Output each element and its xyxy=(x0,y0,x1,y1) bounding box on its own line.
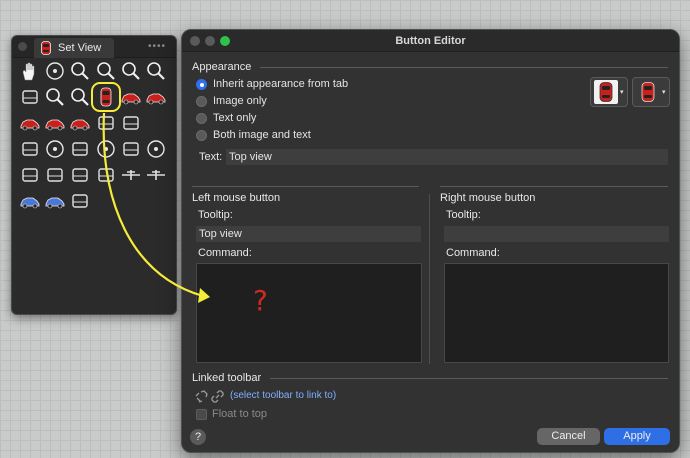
apply-button[interactable]: Apply xyxy=(604,428,670,445)
front-view-icon[interactable] xyxy=(119,85,143,109)
minimize-window-button[interactable] xyxy=(205,36,215,46)
question-mark-annotation: ? xyxy=(253,284,268,317)
radio-button[interactable] xyxy=(196,129,207,141)
zoom-selected-icon[interactable] xyxy=(119,59,143,83)
left-command-label: Command: xyxy=(198,247,252,259)
solar-panel-icon[interactable] xyxy=(18,163,42,187)
left-tooltip-field[interactable]: Top view xyxy=(196,226,421,242)
iso-view-icon[interactable] xyxy=(43,163,67,187)
camera-icon[interactable] xyxy=(119,111,143,135)
zoom-window-icon[interactable] xyxy=(94,59,118,83)
right-view-icon[interactable] xyxy=(43,111,67,135)
linked-toolbar-label: Linked toolbar xyxy=(192,372,262,384)
zoom-1to1-icon[interactable] xyxy=(68,85,92,109)
button-text-field[interactable]: Top view xyxy=(226,149,668,165)
button-editor-window: Button Editor Appearance Inherit appeara… xyxy=(181,29,680,453)
right-divider xyxy=(440,186,668,187)
palette-tab-label: Set View xyxy=(58,42,102,54)
unlink-icon[interactable] xyxy=(195,390,208,406)
top-view-car-icon xyxy=(636,80,660,104)
car-side-icon[interactable] xyxy=(18,189,42,213)
window-title: Button Editor xyxy=(395,35,466,47)
top-view-car-icon xyxy=(41,41,51,55)
left-command-textarea[interactable]: ? xyxy=(196,263,422,363)
left-tooltip-label: Tooltip: xyxy=(198,209,233,221)
perspective-icon[interactable] xyxy=(94,111,118,135)
radio-label: Inherit appearance from tab xyxy=(213,78,349,90)
dark-image-dropdown[interactable]: ▾ xyxy=(632,77,670,107)
empty-tool-slot xyxy=(119,189,143,213)
titlebar: Button Editor xyxy=(182,30,679,52)
orbit-icon[interactable] xyxy=(43,59,67,83)
target-icon[interactable] xyxy=(94,137,118,161)
left-mouse-button-header: Left mouse button xyxy=(192,192,281,204)
float-to-top-checkbox[interactable] xyxy=(196,409,207,420)
text-label: Text: xyxy=(199,151,223,163)
radio-image-only[interactable]: Image only xyxy=(196,95,267,107)
palette-grip-handle[interactable]: •••• xyxy=(148,41,166,52)
chevron-down-icon: ▾ xyxy=(662,89,666,96)
chevron-down-icon: ▾ xyxy=(620,89,624,96)
select-toolbar-link[interactable]: (select toolbar to link to) xyxy=(230,390,336,401)
radio-image-and-text[interactable]: Both image and text xyxy=(196,129,311,141)
radio-label: Both image and text xyxy=(213,129,311,141)
car-front-icon[interactable] xyxy=(43,189,67,213)
radio-text-only[interactable]: Text only xyxy=(196,112,256,124)
back-view-icon[interactable] xyxy=(144,85,168,109)
elevation-icon[interactable] xyxy=(68,163,92,187)
zoom-window-button[interactable] xyxy=(220,36,230,46)
palette-header: Set View •••• xyxy=(12,36,176,58)
zoom-icon[interactable] xyxy=(68,59,92,83)
radio-label: Text only xyxy=(213,112,257,124)
right-tooltip-label: Tooltip: xyxy=(446,209,481,221)
compass-icon[interactable] xyxy=(144,137,168,161)
unfold-icon[interactable] xyxy=(68,137,92,161)
palette-tab-set-view[interactable]: Set View xyxy=(34,38,114,58)
aircraft-icon[interactable] xyxy=(119,163,143,187)
empty-tool-slot xyxy=(144,111,168,135)
pan-hand-icon[interactable] xyxy=(18,59,42,83)
appearance-divider xyxy=(260,67,668,68)
bottom-view-icon[interactable] xyxy=(68,111,92,135)
undo-view-icon[interactable] xyxy=(18,85,42,109)
left-divider xyxy=(192,186,419,187)
close-window-button[interactable] xyxy=(190,36,200,46)
cancel-button[interactable]: Cancel xyxy=(537,428,600,445)
right-mouse-button-header: Right mouse button xyxy=(440,192,536,204)
drone-icon[interactable] xyxy=(144,163,168,187)
walk-icon[interactable] xyxy=(119,137,143,161)
empty-tool-slot xyxy=(144,189,168,213)
column-divider xyxy=(429,194,430,364)
light-icon[interactable] xyxy=(43,137,67,161)
radio-button[interactable] xyxy=(196,78,207,90)
right-tooltip-field[interactable] xyxy=(444,226,669,242)
radio-button[interactable] xyxy=(196,112,207,124)
plan-view-icon[interactable] xyxy=(18,137,42,161)
right-command-label: Command: xyxy=(446,247,500,259)
empty-tool-slot xyxy=(94,189,118,213)
palette-close-button[interactable] xyxy=(18,42,27,51)
zoom-out-icon[interactable] xyxy=(43,85,67,109)
linked-divider xyxy=(270,378,668,379)
radio-label: Image only xyxy=(213,95,267,107)
zoom-extents-icon[interactable] xyxy=(144,59,168,83)
set-view-palette: Set View •••• xyxy=(11,35,177,315)
tool-grid xyxy=(18,59,174,213)
top-view-car-icon xyxy=(594,80,618,104)
top-view-icon[interactable] xyxy=(90,82,121,112)
radio-inherit[interactable]: Inherit appearance from tab xyxy=(196,78,348,90)
appearance-label: Appearance xyxy=(192,61,252,73)
help-button[interactable]: ? xyxy=(190,429,206,445)
light-image-dropdown[interactable]: ▾ xyxy=(590,77,628,107)
float-to-top-label: Float to top xyxy=(212,408,268,420)
explode-view-icon[interactable] xyxy=(68,189,92,213)
radio-button[interactable] xyxy=(196,95,207,107)
right-command-textarea[interactable] xyxy=(444,263,669,363)
section-icon[interactable] xyxy=(94,163,118,187)
left-view-icon[interactable] xyxy=(18,111,42,135)
link-icon[interactable] xyxy=(211,390,224,406)
